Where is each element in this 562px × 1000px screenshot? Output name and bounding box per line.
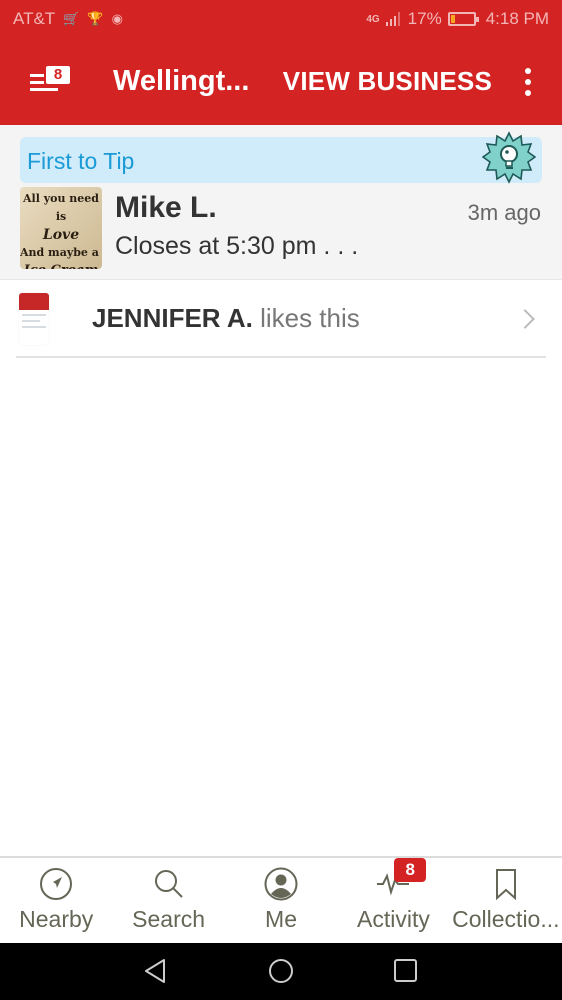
thumbnail-text: And maybe a little xyxy=(20,246,102,259)
back-icon[interactable] xyxy=(142,957,170,985)
more-options-button[interactable] xyxy=(514,62,542,102)
thumbnail-text: All you need is xyxy=(23,192,99,223)
nav-item-nearby[interactable]: Nearby xyxy=(0,858,112,943)
first-to-tip-banner: First to Tip xyxy=(20,131,542,184)
nav-item-collections[interactable]: Collectio... xyxy=(450,858,562,943)
profile-icon xyxy=(264,867,298,901)
carrier-label: AT&T xyxy=(13,9,56,28)
likes-action: likes this xyxy=(252,303,360,333)
tip-text: Closes at 5:30 pm . . . xyxy=(115,232,359,260)
thumbnail-text: Ice Cream xyxy=(20,262,102,269)
lightbulb-badge-icon xyxy=(482,131,536,184)
nav-label: Search xyxy=(132,906,206,932)
amazon-icon: 🛒 xyxy=(63,11,80,26)
tip-card[interactable]: First to Tip All you need is Love And ma… xyxy=(0,125,562,280)
app-bar: 8 Wellingt... VIEW BUSINESS xyxy=(0,38,562,125)
battery-percent: 17% xyxy=(407,9,442,28)
nav-label: Collectio... xyxy=(452,906,560,932)
chrome-icon: ◉ xyxy=(111,11,123,26)
nav-label: Me xyxy=(265,906,297,932)
bookmark-icon xyxy=(495,869,516,901)
tip-timestamp: 3m ago xyxy=(467,200,541,225)
home-icon[interactable] xyxy=(267,957,295,985)
search-icon xyxy=(154,870,183,898)
more-dot xyxy=(525,78,531,85)
tip-photo-thumbnail[interactable]: All you need is Love And maybe a little … xyxy=(20,187,102,269)
clock: 4:18 PM xyxy=(485,9,549,28)
first-to-tip-label: First to Tip xyxy=(27,148,135,174)
user-avatar xyxy=(19,292,49,345)
likes-row[interactable]: JENNIFER A. likes this xyxy=(16,281,546,358)
battery-icon xyxy=(447,12,479,26)
nav-item-activity[interactable]: 8 Activity xyxy=(337,858,449,943)
network-type-icon: 4G xyxy=(366,13,380,25)
trophy-icon: 🏆 xyxy=(87,11,104,26)
thumbnail-text: Love xyxy=(42,227,80,243)
nav-item-me[interactable]: Me xyxy=(225,858,337,943)
more-dot xyxy=(525,89,531,96)
recents-icon[interactable] xyxy=(392,957,420,985)
more-dot xyxy=(525,67,531,74)
system-navigation-bar xyxy=(0,943,562,1000)
notification-badge: 8 xyxy=(46,65,70,84)
nav-label: Activity xyxy=(357,906,430,932)
nav-item-search[interactable]: Search xyxy=(112,858,224,943)
likes-text: JENNIFER A. likes this xyxy=(92,303,360,334)
navigation-arrow-icon xyxy=(40,868,73,900)
bottom-navigation: Nearby Search Me 8 Activity Collectio... xyxy=(0,856,562,943)
chevron-right-icon xyxy=(515,308,535,329)
menu-button[interactable]: 8 xyxy=(22,52,82,112)
status-bar: AT&T 🛒 🏆 ◉ 4G 17% 4:18 PM xyxy=(0,0,562,38)
view-business-button[interactable]: VIEW BUSINESS xyxy=(283,66,492,97)
activity-badge: 8 xyxy=(394,858,427,882)
liker-name: JENNIFER A. xyxy=(92,303,253,333)
signal-icon xyxy=(385,12,400,26)
page-title: Wellingt... xyxy=(113,65,250,97)
nav-label: Nearby xyxy=(19,906,94,932)
tip-author[interactable]: Mike L. xyxy=(115,191,217,225)
